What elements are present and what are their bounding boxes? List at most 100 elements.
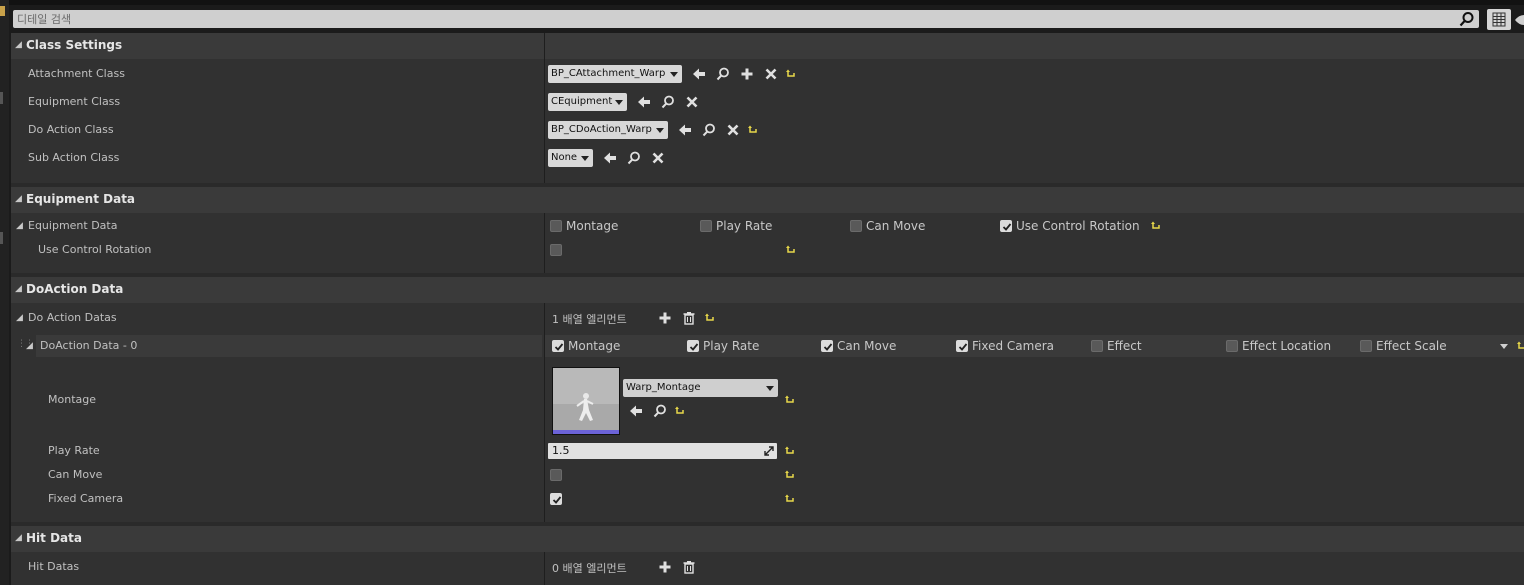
more-fields-dropdown-icon[interactable]: [1500, 344, 1508, 349]
column-splitter[interactable]: [544, 552, 545, 585]
clear-x-icon[interactable]: [764, 67, 778, 81]
trash-icon[interactable]: [682, 311, 696, 325]
use-control-rotation-checkbox[interactable]: [1000, 220, 1012, 232]
category-title: Class Settings: [26, 38, 123, 52]
browse-search-icon[interactable]: [661, 95, 675, 109]
collapse-arrow-icon[interactable]: ◢: [15, 533, 22, 543]
search-icon[interactable]: [1459, 11, 1475, 27]
checkmark-icon: [823, 343, 833, 351]
reset-to-default-icon[interactable]: [1517, 341, 1524, 351]
can-move-checkbox-label: Can Move: [866, 219, 926, 233]
fixed-camera-checkbox[interactable]: [956, 340, 968, 352]
add-element-plus-icon[interactable]: [658, 560, 672, 574]
browse-search-icon[interactable]: [653, 404, 667, 418]
play-rate-label: Play Rate: [48, 444, 100, 457]
category-header-hit-data[interactable]: ◢ Hit Data: [11, 526, 1524, 552]
collapse-arrow-icon[interactable]: ◢: [15, 40, 22, 50]
clear-x-icon[interactable]: [651, 151, 665, 165]
category-title: Hit Data: [26, 531, 82, 545]
collapse-arrow-icon[interactable]: ◢: [15, 284, 22, 294]
sub-action-class-label: Sub Action Class: [28, 151, 120, 164]
reset-to-default-icon[interactable]: [785, 395, 795, 405]
play-rate-checkbox[interactable]: [687, 340, 699, 352]
montage-checkbox-label: Montage: [566, 219, 619, 233]
column-splitter[interactable]: [544, 33, 545, 185]
category-header-doaction-data[interactable]: ◢ DoAction Data: [11, 277, 1524, 303]
clear-x-icon[interactable]: [685, 95, 699, 109]
effect-location-checkbox[interactable]: [1226, 340, 1238, 352]
dropdown-value: BP_CAttachment_Warp: [551, 68, 666, 79]
use-selected-arrow-icon[interactable]: [678, 123, 692, 137]
montage-asset-thumbnail[interactable]: [552, 367, 620, 435]
chevron-down-icon: [766, 386, 774, 391]
category-title: Equipment Data: [26, 192, 136, 206]
browse-search-icon[interactable]: [716, 67, 730, 81]
number-value: 1.5: [552, 444, 570, 457]
effect-scale-checkbox[interactable]: [1360, 340, 1372, 352]
eye-icon[interactable]: [1514, 12, 1524, 28]
fixed-camera-value-checkbox[interactable]: [550, 493, 562, 505]
use-control-rotation-value-checkbox[interactable]: [550, 244, 562, 256]
browse-search-icon[interactable]: [627, 151, 641, 165]
sub-action-class-dropdown[interactable]: None: [548, 149, 593, 167]
reset-to-default-icon[interactable]: [705, 313, 715, 323]
reset-to-default-icon[interactable]: [748, 125, 758, 135]
reset-to-default-icon[interactable]: [1151, 221, 1161, 231]
equipment-class-label: Equipment Class: [28, 95, 121, 108]
expand-arrow-icon[interactable]: ◢: [16, 313, 23, 323]
reset-to-default-icon[interactable]: [785, 470, 795, 480]
category-header-equipment-data[interactable]: ◢ Equipment Data: [11, 187, 1524, 213]
browse-search-icon[interactable]: [702, 123, 716, 137]
play-rate-checkbox-label: Play Rate: [716, 219, 773, 233]
reset-to-default-icon[interactable]: [675, 406, 685, 416]
reset-to-default-icon[interactable]: [785, 446, 795, 456]
column-splitter[interactable]: [544, 213, 545, 275]
expand-arrow-icon[interactable]: ◢: [26, 341, 33, 351]
use-selected-arrow-icon[interactable]: [603, 151, 617, 165]
reset-to-default-icon[interactable]: [785, 494, 795, 504]
add-plus-icon[interactable]: [740, 67, 754, 81]
use-selected-arrow-icon[interactable]: [637, 95, 651, 109]
trash-icon[interactable]: [682, 560, 696, 574]
reset-to-default-icon[interactable]: [786, 69, 796, 79]
montage-label: Montage: [48, 393, 96, 406]
chevron-down-icon: [670, 72, 678, 77]
can-move-checkbox[interactable]: [850, 220, 862, 232]
montage-asset-dropdown[interactable]: Warp_Montage: [623, 379, 778, 397]
checkmark-icon: [1002, 223, 1012, 231]
property-matrix-button[interactable]: [1487, 9, 1511, 30]
attachment-class-dropdown[interactable]: BP_CAttachment_Warp: [548, 65, 682, 83]
effect-location-checkbox-label: Effect Location: [1242, 339, 1332, 353]
checkmark-icon: [554, 343, 564, 351]
details-search-box[interactable]: [13, 10, 1479, 28]
expand-arrow-icon[interactable]: ◢: [16, 221, 23, 231]
play-rate-checkbox[interactable]: [700, 220, 712, 232]
do-action-datas-label: Do Action Datas: [28, 311, 117, 324]
use-selected-arrow-icon[interactable]: [629, 404, 643, 418]
use-control-rotation-label: Use Control Rotation: [38, 243, 152, 256]
can-move-label: Can Move: [48, 468, 103, 481]
dropdown-value: BP_CDoAction_Warp: [551, 124, 652, 135]
category-header-class-settings[interactable]: ◢ Class Settings: [11, 33, 1524, 59]
can-move-checkbox[interactable]: [821, 340, 833, 352]
collapse-arrow-icon[interactable]: ◢: [15, 194, 22, 204]
can-move-value-checkbox[interactable]: [550, 469, 562, 481]
montage-checkbox[interactable]: [550, 220, 562, 232]
effect-checkbox-label: Effect: [1107, 339, 1142, 353]
chevron-down-icon: [615, 100, 623, 105]
array-element-count: 1 배열 엘리먼트: [552, 313, 627, 326]
grid-icon: [1492, 12, 1506, 27]
equipment-class-dropdown[interactable]: CEquipment: [548, 93, 627, 111]
use-selected-arrow-icon[interactable]: [692, 67, 706, 81]
resize-arrows-icon[interactable]: [764, 446, 774, 456]
clear-x-icon[interactable]: [726, 123, 740, 137]
play-rate-checkbox-label: Play Rate: [703, 339, 760, 353]
effect-checkbox[interactable]: [1091, 340, 1103, 352]
play-rate-number-field[interactable]: 1.5: [548, 443, 777, 459]
montage-checkbox[interactable]: [552, 340, 564, 352]
reset-to-default-icon[interactable]: [786, 245, 796, 255]
search-input[interactable]: [17, 10, 1447, 28]
do-action-class-dropdown[interactable]: BP_CDoAction_Warp: [548, 121, 668, 139]
add-element-plus-icon[interactable]: [658, 311, 672, 325]
fixed-camera-checkbox-label: Fixed Camera: [972, 339, 1055, 353]
